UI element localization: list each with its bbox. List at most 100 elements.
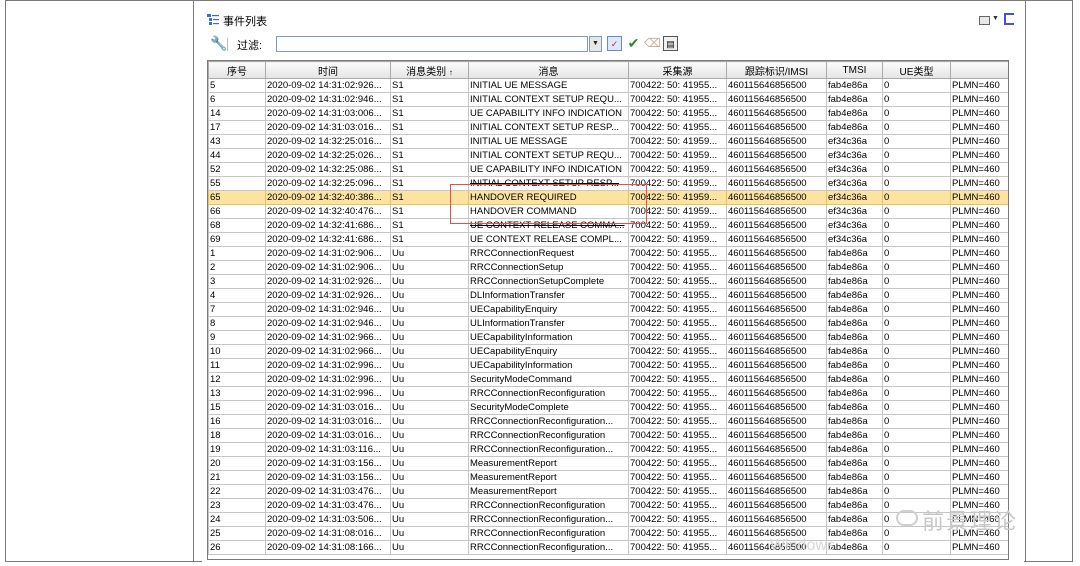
table-row[interactable]: 2 2020-09-02 14:31:02:906... Uu RRCConnecti… <box>208 260 1008 275</box>
table-cell: PLMN=460 <box>950 148 1008 163</box>
table-row[interactable]: 16 2020-09-02 14:31:03:016... Uu RRCConnect… <box>208 414 1008 429</box>
table-cell: SecurityModeComplete <box>468 400 629 415</box>
toolbar-separator <box>227 38 228 51</box>
table-cell: 2020-09-02 14:32:25:096... <box>265 176 391 191</box>
table-cell: fab4e86a <box>826 498 883 513</box>
eraser-icon[interactable]: ⌫ <box>644 36 661 51</box>
table-cell: 18 <box>208 428 266 443</box>
table-row[interactable]: 5 2020-09-02 14:31:02:926... S1 INITIAL UE … <box>208 78 1008 93</box>
table-cell: 0 <box>882 92 951 107</box>
table-cell: Uu <box>390 246 469 261</box>
table-row[interactable]: 52 2020-09-02 14:32:25:086... S1 UE CAPABIL… <box>208 162 1008 177</box>
table-cell: 0 <box>882 316 951 331</box>
table-body: 5 2020-09-02 14:31:02:926... S1 INITIAL UE … <box>208 78 1008 555</box>
table-cell: 460115646856500 <box>726 148 827 163</box>
column-header-message[interactable]: 消息 <box>468 61 629 79</box>
table-row[interactable]: 4 2020-09-02 14:31:02:926... Uu DLInformati… <box>208 288 1008 303</box>
table-cell: 2020-09-02 14:31:08:016... <box>265 526 391 541</box>
table-row[interactable]: 12 2020-09-02 14:31:02:996... Uu SecurityMo… <box>208 372 1008 387</box>
column-header-msg-category-label: 消息类别 <box>406 66 447 78</box>
table-cell: 0 <box>882 358 951 373</box>
table-row[interactable]: 69 2020-09-02 14:32:41:686... S1 UE CONTEXT… <box>208 232 1008 247</box>
table-cell: 0 <box>882 176 951 191</box>
table-row[interactable]: 11 2020-09-02 14:31:02:996... Uu UECapabili… <box>208 358 1008 373</box>
table-row[interactable]: 22 2020-09-02 14:31:03:476... Uu Measuremen… <box>208 484 1008 499</box>
table-row[interactable]: 19 2020-09-02 14:31:03:116... Uu RRCConnect… <box>208 442 1008 457</box>
event-grid: 序号 时间 消息类别 ↑ 消息 采集源 跟踪标识/IMSI TMSI UE类型 … <box>207 60 1009 560</box>
table-row[interactable]: 65 2020-09-02 14:32:40:386... S1 HANDOVER R… <box>208 190 1008 205</box>
table-cell: 2020-09-02 14:32:40:476... <box>265 204 391 219</box>
table-cell: Uu <box>390 358 469 373</box>
table-row[interactable]: 10 2020-09-02 14:31:02:966... Uu UECapabili… <box>208 344 1008 359</box>
table-cell: HANDOVER REQUIRED <box>468 190 629 205</box>
table-row[interactable]: 26 2020-09-02 14:31:08:166... Uu RRCConnect… <box>208 540 1008 555</box>
table-row[interactable]: 17 2020-09-02 14:31:03:016... S1 INITIAL CO… <box>208 120 1008 135</box>
table-cell: 700422: 50: 41959... <box>628 204 727 219</box>
frame-divider-left <box>193 0 194 562</box>
table-cell: PLMN=460 <box>950 162 1008 177</box>
table-cell: Uu <box>390 400 469 415</box>
table-row[interactable]: 18 2020-09-02 14:31:03:016... Uu RRCConnect… <box>208 428 1008 443</box>
table-row[interactable]: 3 2020-09-02 14:31:02:926... Uu RRCConnecti… <box>208 274 1008 289</box>
table-row[interactable]: 43 2020-09-02 14:32:25:016... S1 INITIAL UE… <box>208 134 1008 149</box>
table-cell: S1 <box>390 176 469 191</box>
table-row[interactable]: 6 2020-09-02 14:31:02:946... S1 INITIAL CON… <box>208 92 1008 107</box>
table-row[interactable]: 68 2020-09-02 14:32:41:686... S1 UE CONTEXT… <box>208 218 1008 233</box>
save-icon[interactable]: ▤ <box>663 36 678 51</box>
table-cell: Uu <box>390 316 469 331</box>
filter-apply-icon[interactable]: ✓ <box>607 36 622 51</box>
table-cell: PLMN=460 <box>950 106 1008 121</box>
table-row[interactable]: 20 2020-09-02 14:31:03:156... Uu Measuremen… <box>208 456 1008 471</box>
column-header-source[interactable]: 采集源 <box>628 61 727 79</box>
column-header-tmsi[interactable]: TMSI <box>826 61 883 79</box>
table-cell: 5 <box>208 78 266 93</box>
table-row[interactable]: 15 2020-09-02 14:31:03:016... Uu SecurityMo… <box>208 400 1008 415</box>
filter-input[interactable] <box>276 36 588 52</box>
table-cell: MeasurementReport <box>468 484 629 499</box>
screenshot-page: 事件列表 ▼ 🔧 过滤: ▼ ✓ ✔ ⌫ ▤ 序号 时间 消息类别 ↑ 消息 采… <box>0 0 1080 566</box>
column-header-ue-type[interactable]: UE类型 <box>882 61 951 79</box>
column-header-time[interactable]: 时间 <box>265 61 391 79</box>
table-row[interactable]: 55 2020-09-02 14:32:25:096... S1 INITIAL CO… <box>208 176 1008 191</box>
table-cell: 700422: 50: 41955... <box>628 456 727 471</box>
table-row[interactable]: 66 2020-09-02 14:32:40:476... S1 HANDOVER C… <box>208 204 1008 219</box>
column-header-msg-category[interactable]: 消息类别 ↑ <box>390 61 469 79</box>
wrench-icon[interactable]: 🔧 <box>210 35 227 52</box>
table-row[interactable]: 9 2020-09-02 14:31:02:966... Uu UECapabilit… <box>208 330 1008 345</box>
table-row[interactable]: 13 2020-09-02 14:31:02:996... Uu RRCConnect… <box>208 386 1008 401</box>
table-row[interactable]: 1 2020-09-02 14:31:02:906... Uu RRCConnecti… <box>208 246 1008 261</box>
table-cell: 460115646856500 <box>726 414 827 429</box>
table-cell: 700422: 50: 41955... <box>628 288 727 303</box>
table-cell: 700422: 50: 41955... <box>628 442 727 457</box>
table-row[interactable]: 8 2020-09-02 14:31:02:946... Uu ULInformati… <box>208 316 1008 331</box>
table-cell: fab4e86a <box>826 260 883 275</box>
column-header-trace-imsi[interactable]: 跟踪标识/IMSI <box>726 61 827 79</box>
check-icon[interactable]: ✔ <box>626 36 641 51</box>
table-row[interactable]: 21 2020-09-02 14:31:03:156... Uu Measuremen… <box>208 470 1008 485</box>
table-row[interactable]: 7 2020-09-02 14:31:02:946... Uu UECapabilit… <box>208 302 1008 317</box>
column-header-extra[interactable] <box>950 61 1008 79</box>
table-row[interactable]: 44 2020-09-02 14:32:25:026... S1 INITIAL CO… <box>208 148 1008 163</box>
table-row[interactable]: 14 2020-09-02 14:31:03:006... S1 UE CAPABIL… <box>208 106 1008 121</box>
maximize-icon[interactable] <box>1004 13 1014 25</box>
table-cell: fab4e86a <box>826 288 883 303</box>
table-cell: 460115646856500 <box>726 400 827 415</box>
table-cell: fab4e86a <box>826 106 883 121</box>
table-cell: Uu <box>390 540 469 555</box>
table-cell: Uu <box>390 260 469 275</box>
table-cell: 0 <box>882 456 951 471</box>
table-cell: S1 <box>390 78 469 93</box>
windows-watermark: Windows <box>770 537 835 554</box>
table-cell: 460115646856500 <box>726 498 827 513</box>
column-header-seq[interactable]: 序号 <box>208 61 266 79</box>
table-cell: 2020-09-02 14:31:08:166... <box>265 540 391 555</box>
table-cell: 2020-09-02 14:31:03:156... <box>265 470 391 485</box>
table-cell: 460115646856500 <box>726 330 827 345</box>
table-cell: 700422: 50: 41955... <box>628 414 727 429</box>
column-layout-icon[interactable] <box>979 16 990 25</box>
table-cell: 0 <box>882 274 951 289</box>
filter-dropdown-button[interactable]: ▼ <box>589 36 602 52</box>
table-cell: 460115646856500 <box>726 344 827 359</box>
event-list-window: 事件列表 ▼ 🔧 过滤: ▼ ✓ ✔ ⌫ ▤ 序号 时间 消息类别 ↑ 消息 采… <box>202 6 1024 562</box>
chevron-down-icon[interactable]: ▼ <box>992 15 999 22</box>
